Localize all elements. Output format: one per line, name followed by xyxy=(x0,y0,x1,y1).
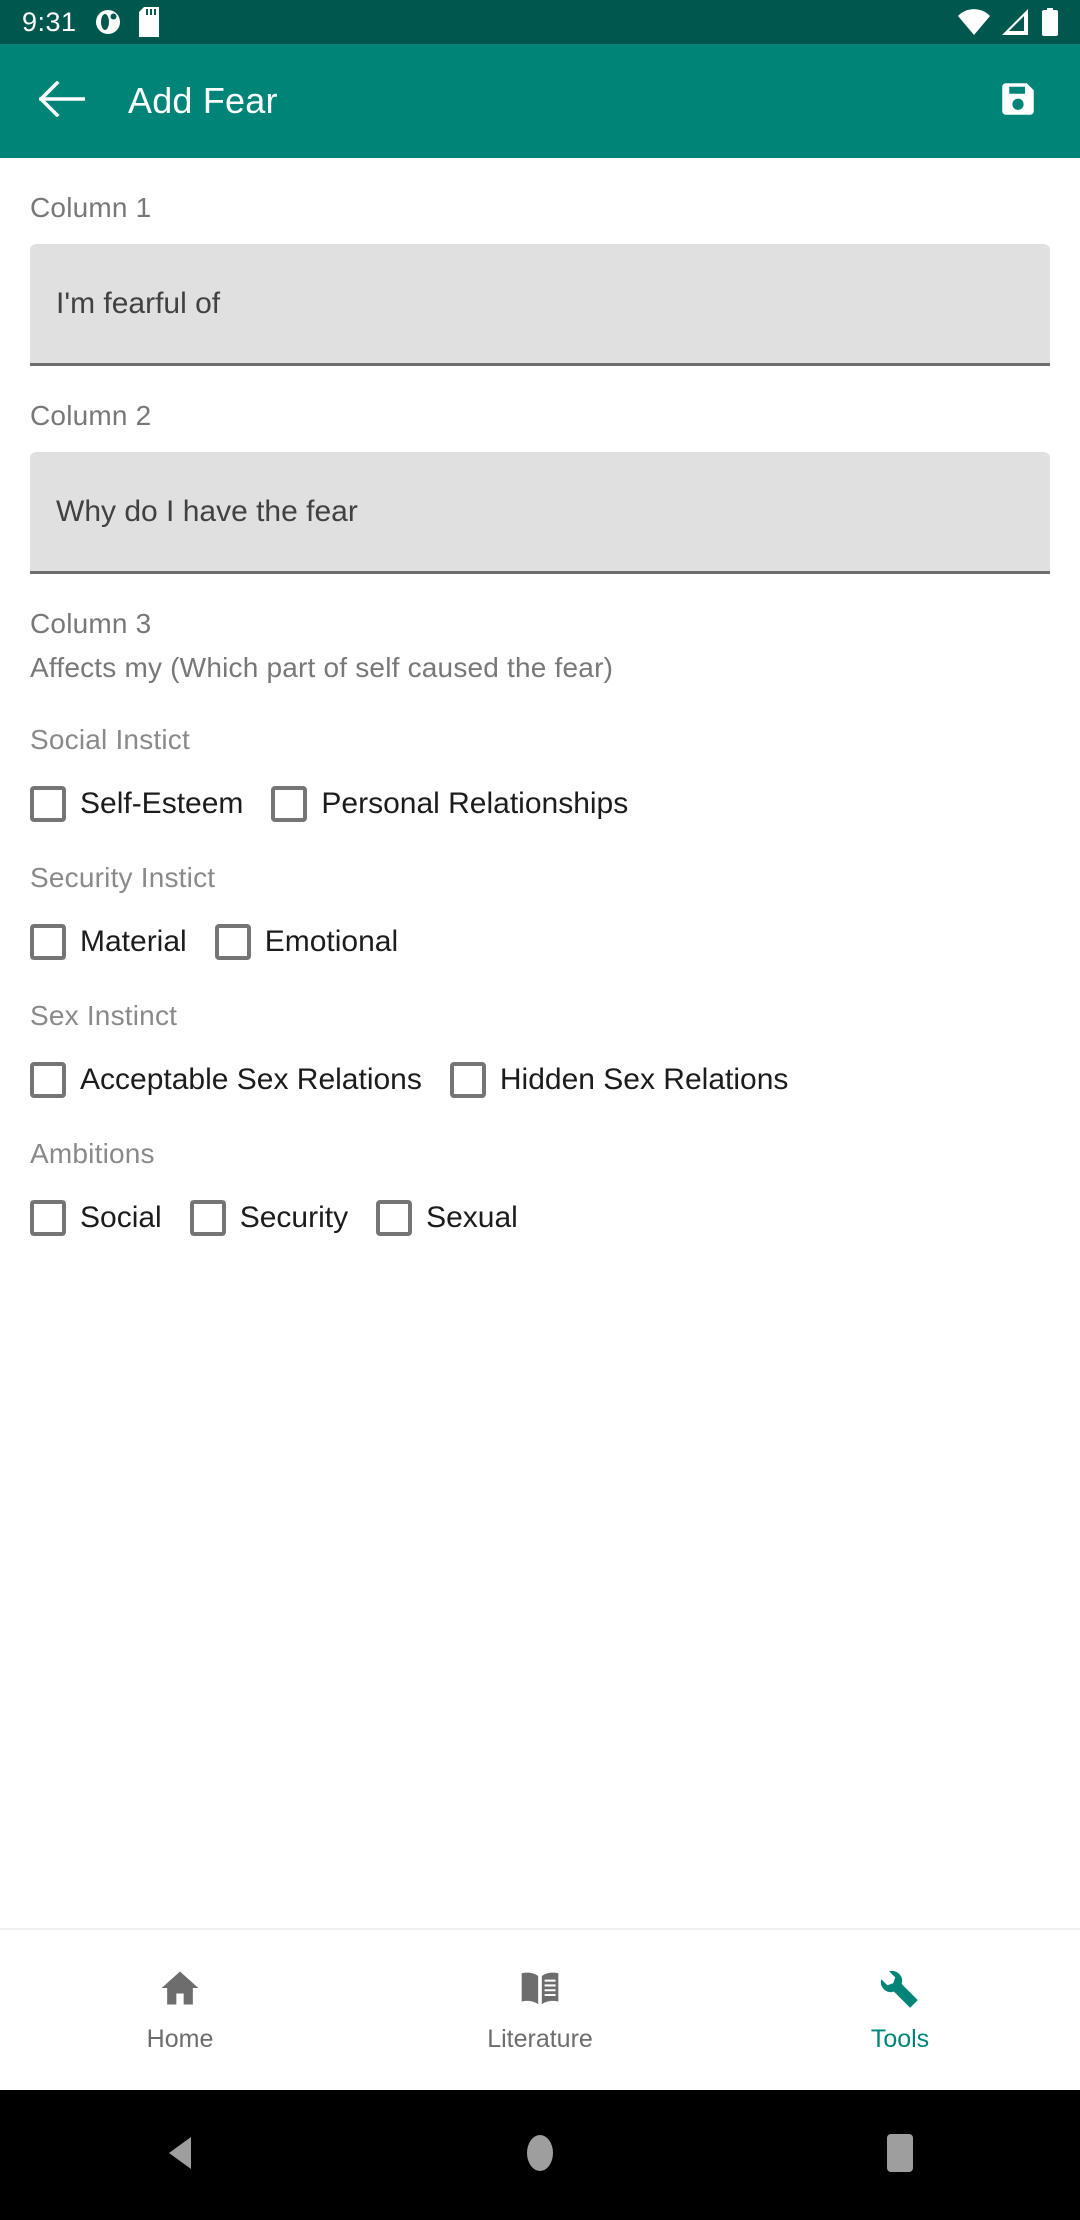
column3-label: Column 3 xyxy=(30,608,152,639)
checkbox-label: Acceptable Sex Relations xyxy=(80,1063,422,1096)
cell-signal-icon xyxy=(1002,9,1030,35)
column3-sublabel: Affects my (Which part of self caused th… xyxy=(30,652,614,683)
group-title-sex-instinct: Sex Instinct xyxy=(30,1000,178,1031)
checkbox-row-security-instict: Material Emotional xyxy=(30,906,1050,960)
app-bar: Add Fear xyxy=(0,44,1080,158)
column2-input[interactable]: Why do I have the fear xyxy=(30,452,1050,574)
checkbox-label: Emotional xyxy=(264,925,399,958)
column1-label: Column 1 xyxy=(30,192,152,223)
page-title: Add Fear xyxy=(128,80,278,121)
nav-label: Home xyxy=(146,2025,214,2053)
system-back-button[interactable] xyxy=(0,2090,360,2220)
checkbox-row-ambitions: Social Security Sexual xyxy=(30,1182,1050,1236)
system-back-icon xyxy=(165,2135,195,2176)
nav-item-literature[interactable]: Literature xyxy=(360,1930,720,2090)
checkbox-item-self-esteem[interactable]: Self-Esteem xyxy=(30,786,243,822)
checkbox-label: Self-Esteem xyxy=(80,787,244,820)
status-bar: 9:31 xyxy=(0,0,1080,44)
wifi-icon xyxy=(958,9,990,35)
book-icon xyxy=(518,1966,562,2015)
checkbox-item-personal-relationships[interactable]: Personal Relationships xyxy=(271,786,628,822)
system-recents-button[interactable] xyxy=(720,2090,1080,2220)
column2-label: Column 2 xyxy=(30,400,152,431)
android-system-nav xyxy=(0,2090,1080,2220)
column1-input[interactable]: I'm fearful of xyxy=(30,244,1050,366)
checkbox-icon[interactable] xyxy=(30,786,66,822)
nav-item-home[interactable]: Home xyxy=(0,1930,360,2090)
checkbox-icon[interactable] xyxy=(376,1200,413,1236)
checkbox-label: Sexual xyxy=(426,1201,518,1234)
checkbox-row-social-instict: Self-Esteem Personal Relationships xyxy=(30,768,1050,822)
checkbox-icon[interactable] xyxy=(214,924,251,960)
checkbox-icon[interactable] xyxy=(30,1062,66,1098)
checkbox-label: Material xyxy=(80,925,187,958)
group-title-security-instict: Security Instict xyxy=(30,862,216,893)
checkbox-icon[interactable] xyxy=(30,924,66,960)
checkbox-item-acceptable-sex-relations[interactable]: Acceptable Sex Relations xyxy=(30,1062,422,1098)
bottom-navigation: Home Literature Tools xyxy=(0,1928,1080,2090)
home-icon xyxy=(158,1966,202,2015)
checkbox-icon[interactable] xyxy=(449,1062,486,1098)
status-bar-left: 9:31 xyxy=(22,7,159,37)
checkbox-icon[interactable] xyxy=(30,1200,66,1236)
checkbox-item-emotional[interactable]: Emotional xyxy=(214,924,399,960)
save-button[interactable] xyxy=(986,69,1050,133)
status-clock: 9:31 xyxy=(22,6,77,37)
app-notification-icon xyxy=(95,7,121,37)
column2-placeholder: Why do I have the fear xyxy=(56,494,358,528)
checkbox-label: Security xyxy=(239,1201,349,1234)
group-title-social-instict: Social Instict xyxy=(30,724,190,755)
checkbox-item-social[interactable]: Social xyxy=(30,1200,162,1236)
battery-icon xyxy=(1042,8,1058,36)
back-button[interactable] xyxy=(30,69,94,133)
checkbox-item-material[interactable]: Material xyxy=(30,924,187,960)
checkbox-label: Hidden Sex Relations xyxy=(499,1063,789,1096)
checkbox-label: Social xyxy=(80,1201,162,1234)
column1-placeholder: I'm fearful of xyxy=(56,286,221,320)
group-title-ambitions: Ambitions xyxy=(30,1138,155,1169)
nav-label: Tools xyxy=(870,2025,930,2053)
system-home-icon xyxy=(525,2131,555,2180)
status-bar-right xyxy=(958,8,1058,36)
save-floppy-icon xyxy=(997,78,1039,125)
checkbox-item-security[interactable]: Security xyxy=(189,1200,349,1236)
nav-label: Literature xyxy=(487,2025,593,2053)
form-content: Column 1 I'm fearful of Column 2 Why do … xyxy=(0,158,1080,1928)
checkbox-row-sex-instinct: Acceptable Sex Relations Hidden Sex Rela… xyxy=(30,1044,1050,1098)
wrench-icon xyxy=(878,1966,922,2015)
checkbox-label: Personal Relationships xyxy=(321,787,629,820)
arrow-left-icon xyxy=(38,80,87,122)
sd-card-icon xyxy=(138,7,159,37)
checkbox-item-sexual[interactable]: Sexual xyxy=(376,1200,518,1236)
system-recents-icon xyxy=(884,2132,916,2179)
checkbox-icon[interactable] xyxy=(271,786,308,822)
checkbox-icon[interactable] xyxy=(189,1200,226,1236)
nav-item-tools[interactable]: Tools xyxy=(720,1930,1080,2090)
system-home-button[interactable] xyxy=(360,2090,720,2220)
checkbox-item-hidden-sex-relations[interactable]: Hidden Sex Relations xyxy=(449,1062,789,1098)
